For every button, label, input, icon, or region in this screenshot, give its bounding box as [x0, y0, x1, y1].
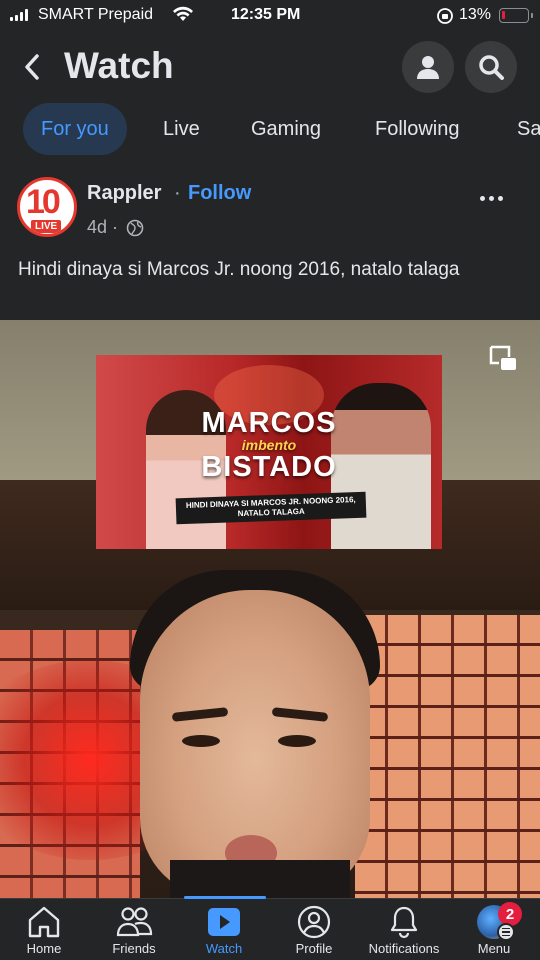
video-player[interactable]: MARCOS imbento BISTADO HINDI DINAYA SI M…: [0, 320, 540, 898]
status-bar: SMART Prepaid 12:35 PM 13%: [0, 0, 540, 32]
profile-icon: [297, 905, 331, 939]
battery-percent: 13%: [459, 6, 492, 23]
carrier-name: SMART Prepaid: [38, 6, 154, 23]
globe-icon: [126, 219, 144, 237]
tab-gaming[interactable]: Gaming: [251, 103, 321, 155]
battery-level: [502, 11, 505, 19]
tab-live[interactable]: Live: [163, 103, 200, 155]
chevron-left-icon: [25, 54, 39, 80]
thumbnail-title: MARCOS imbento BISTADO: [201, 407, 337, 483]
profile-button[interactable]: [402, 41, 454, 93]
friends-icon: [116, 907, 153, 937]
search-button[interactable]: [465, 41, 517, 93]
nav-profile[interactable]: Profile: [269, 899, 359, 960]
nav-home[interactable]: Home: [0, 899, 89, 960]
menu-icon: [497, 923, 515, 941]
menu-notification-badge: 2: [498, 902, 522, 926]
presenter-eye-left: [182, 735, 220, 747]
home-icon: [28, 906, 60, 938]
post-timestamp[interactable]: 4d ·: [87, 217, 118, 238]
post-caption: Hindi dinaya si Marcos Jr. noong 2016, n…: [18, 259, 460, 280]
page-title: Watch: [64, 45, 174, 86]
page-avatar[interactable]: 10 LIVE: [17, 177, 77, 237]
signal-icon: [10, 9, 28, 21]
tab-for-you[interactable]: For you: [23, 103, 127, 155]
person-icon: [417, 56, 439, 79]
orientation-lock-icon: [437, 8, 453, 24]
shoji-screen-right: [355, 615, 540, 898]
presenter-eye-right: [278, 735, 316, 747]
live-badge: LIVE: [31, 220, 62, 233]
presenter-shirt: [170, 860, 350, 898]
nav-watch[interactable]: Watch: [179, 899, 269, 960]
tab-following[interactable]: Following: [375, 103, 459, 155]
more-options-button[interactable]: [480, 196, 503, 201]
watch-tabs: For you Live Gaming Following Sa: [0, 103, 540, 157]
watch-icon: [208, 908, 240, 936]
battery-icon: [499, 8, 533, 23]
bell-icon: [390, 906, 418, 939]
page-name[interactable]: Rappler: [87, 182, 161, 205]
back-button[interactable]: [18, 50, 46, 84]
nav-notifications[interactable]: Notifications: [359, 899, 449, 960]
tab-saved[interactable]: Sa: [517, 103, 540, 155]
follow-button[interactable]: Follow: [188, 182, 251, 205]
nav-menu[interactable]: Menu: [449, 899, 539, 960]
bottom-navigation: Home Friends Watch Profile Notifications: [0, 898, 540, 960]
video-overlay-thumbnail: MARCOS imbento BISTADO HINDI DINAYA SI M…: [96, 355, 442, 549]
picture-in-picture-icon[interactable]: [488, 344, 518, 372]
wifi-icon: [173, 6, 193, 21]
active-nav-indicator: [184, 896, 266, 899]
search-icon: [479, 55, 504, 80]
nav-friends[interactable]: Friends: [89, 899, 179, 960]
avatar-logo-text: 10: [26, 183, 61, 221]
name-separator: ·: [174, 182, 181, 204]
status-time: 12:35 PM: [231, 6, 301, 23]
